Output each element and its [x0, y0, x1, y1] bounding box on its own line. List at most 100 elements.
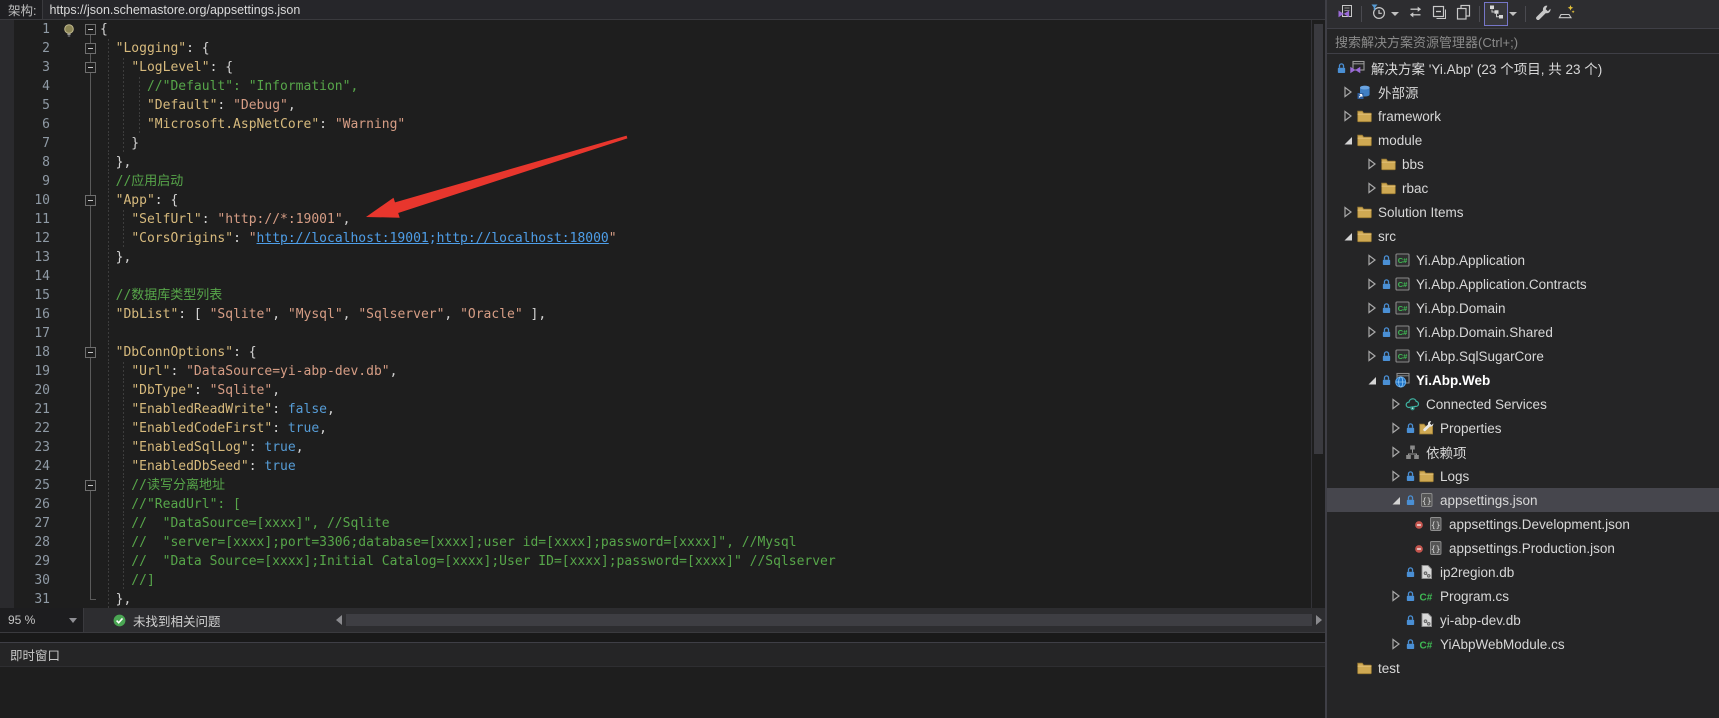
- code-editor[interactable]: 1{2 "Logging": {3 "LogLevel": {4 //"Defa…: [0, 20, 1325, 608]
- expand-arrow[interactable]: [1364, 350, 1380, 362]
- expand-arrow[interactable]: [1340, 110, 1356, 122]
- code-line[interactable]: 10 "App": {: [0, 191, 1311, 210]
- tree-item[interactable]: framework: [1327, 104, 1719, 128]
- tree-item[interactable]: C#Yi.Abp.Domain.Shared: [1327, 320, 1719, 344]
- fold-toggle[interactable]: [85, 43, 96, 54]
- tree-item[interactable]: src: [1327, 224, 1719, 248]
- tree-item[interactable]: C#Yi.Abp.Application: [1327, 248, 1719, 272]
- tree-item[interactable]: module: [1327, 128, 1719, 152]
- expand-arrow[interactable]: [1388, 638, 1404, 650]
- editor-vertical-scrollbar[interactable]: [1311, 20, 1325, 608]
- code-line[interactable]: 27 // "DataSource=[xxxx]", //Sqlite: [0, 514, 1311, 533]
- tree-item[interactable]: {}appsettings.Development.json: [1327, 512, 1719, 536]
- immediate-window-body[interactable]: [0, 667, 1325, 718]
- code-line[interactable]: 4 //"Default": "Information",: [0, 77, 1311, 96]
- tree-item[interactable]: C#Yi.Abp.Domain: [1327, 296, 1719, 320]
- expand-arrow[interactable]: [1340, 135, 1356, 146]
- tree-item[interactable]: {}appsettings.Production.json: [1327, 536, 1719, 560]
- scroll-left-icon[interactable]: [336, 615, 342, 625]
- code-line[interactable]: 12 "CorsOrigins": "http://localhost:1900…: [0, 229, 1311, 248]
- expand-arrow[interactable]: [1364, 158, 1380, 170]
- expand-arrow[interactable]: [1364, 375, 1380, 386]
- code-line[interactable]: 2 "Logging": {: [0, 39, 1311, 58]
- tree-item[interactable]: {}appsettings.json: [1327, 488, 1719, 512]
- scrollbar-thumb[interactable]: [346, 614, 1312, 626]
- tree-item[interactable]: C#YiAbpWebModule.cs: [1327, 632, 1719, 656]
- fold-toggle[interactable]: [85, 195, 96, 206]
- expand-arrow[interactable]: [1364, 254, 1380, 266]
- tree-item[interactable]: 依赖项: [1327, 440, 1719, 464]
- code-line[interactable]: 25 //读写分离地址: [0, 476, 1311, 495]
- tree-item[interactable]: Solution Items: [1327, 200, 1719, 224]
- editor-horizontal-scrollbar[interactable]: [334, 608, 1325, 632]
- nodes-button[interactable]: [1484, 2, 1508, 26]
- lightbulb-icon[interactable]: [62, 23, 76, 43]
- code-line[interactable]: 9 //应用启动: [0, 172, 1311, 191]
- expand-arrow[interactable]: [1340, 231, 1356, 242]
- code-line[interactable]: 5 "Default": "Debug",: [0, 96, 1311, 115]
- url-link[interactable]: http://localhost:19001: [257, 231, 429, 246]
- expand-arrow[interactable]: [1364, 326, 1380, 338]
- chevron-down-icon[interactable]: [1391, 12, 1399, 16]
- wrench-button[interactable]: [1530, 2, 1554, 26]
- code-line[interactable]: 15 //数据库类型列表: [0, 286, 1311, 305]
- code-line[interactable]: 24 "EnabledDbSeed": true: [0, 457, 1311, 476]
- scroll-right-icon[interactable]: [1316, 615, 1322, 625]
- document-health-indicator[interactable]: 未找到相关问题: [84, 611, 334, 630]
- expand-arrow[interactable]: [1388, 470, 1404, 482]
- expand-arrow[interactable]: [1340, 86, 1356, 98]
- tree-item[interactable]: Connected Services: [1327, 392, 1719, 416]
- code-line[interactable]: 29 // "Data Source=[xxxx];Initial Catalo…: [0, 552, 1311, 571]
- url-link[interactable]: http://localhost:18000: [437, 231, 609, 246]
- expand-arrow[interactable]: [1340, 206, 1356, 218]
- chevron-down-icon[interactable]: [1509, 12, 1517, 16]
- zoom-level-combo[interactable]: 95 %: [0, 608, 84, 632]
- code-line[interactable]: 11 "SelfUrl": "http://*:19001",: [0, 210, 1311, 229]
- tree-item[interactable]: yi-abp-dev.db: [1327, 608, 1719, 632]
- code-line[interactable]: 6 "Microsoft.AspNetCore": "Warning": [0, 115, 1311, 134]
- expand-arrow[interactable]: [1388, 590, 1404, 602]
- tree-item[interactable]: 外部源: [1327, 80, 1719, 104]
- code-line[interactable]: 14: [0, 267, 1311, 286]
- code-line[interactable]: 22 "EnabledCodeFirst": true,: [0, 419, 1311, 438]
- tree-item[interactable]: test: [1327, 656, 1719, 680]
- tree-item[interactable]: bbs: [1327, 152, 1719, 176]
- code-line[interactable]: 19 "Url": "DataSource=yi-abp-dev.db",: [0, 362, 1311, 381]
- tree-item[interactable]: rbac: [1327, 176, 1719, 200]
- tree-item[interactable]: C#Program.cs: [1327, 584, 1719, 608]
- tree-item[interactable]: Logs: [1327, 464, 1719, 488]
- expand-arrow[interactable]: [1364, 182, 1380, 194]
- code-line[interactable]: 17: [0, 324, 1311, 343]
- fold-toggle[interactable]: [85, 24, 96, 35]
- code-line[interactable]: 26 //"ReadUrl": [: [0, 495, 1311, 514]
- expand-arrow[interactable]: [1388, 446, 1404, 458]
- sparkle-dash-button[interactable]: [1554, 2, 1578, 26]
- scrollbar-thumb[interactable]: [1314, 24, 1323, 454]
- code-line[interactable]: 18 "DbConnOptions": {: [0, 343, 1311, 362]
- clock-filter-button[interactable]: [1366, 2, 1390, 26]
- tree-item[interactable]: C#Yi.Abp.Application.Contracts: [1327, 272, 1719, 296]
- overlap-squares-button[interactable]: [1451, 2, 1475, 26]
- code-line[interactable]: 21 "EnabledReadWrite": false,: [0, 400, 1311, 419]
- expand-arrow[interactable]: [1364, 278, 1380, 290]
- code-line[interactable]: 13 },: [0, 248, 1311, 267]
- code-line[interactable]: 1{: [0, 20, 1311, 39]
- collapse-all-button[interactable]: [1427, 2, 1451, 26]
- tree-item[interactable]: ip2region.db: [1327, 560, 1719, 584]
- code-line[interactable]: 28 // "server=[xxxx];port=3306;database=…: [0, 533, 1311, 552]
- fold-toggle[interactable]: [85, 62, 96, 73]
- code-line[interactable]: 3 "LogLevel": {: [0, 58, 1311, 77]
- expand-arrow[interactable]: [1388, 495, 1404, 506]
- code-line[interactable]: 31 },: [0, 590, 1311, 608]
- expand-arrow[interactable]: [1364, 302, 1380, 314]
- code-line[interactable]: 7 }: [0, 134, 1311, 153]
- expand-arrow[interactable]: [1388, 422, 1404, 434]
- code-line[interactable]: 20 "DbType": "Sqlite",: [0, 381, 1311, 400]
- swap-arrows-button[interactable]: [1403, 2, 1427, 26]
- code-line[interactable]: 8 },: [0, 153, 1311, 172]
- code-line[interactable]: 30 //]: [0, 571, 1311, 590]
- fold-toggle[interactable]: [85, 480, 96, 491]
- schema-url-combo[interactable]: https://json.schemastore.org/appsettings…: [42, 0, 1325, 19]
- code-line[interactable]: 23 "EnabledSqlLog": true,: [0, 438, 1311, 457]
- solution-explorer-search-input[interactable]: 搜索解决方案资源管理器(Ctrl+;): [1327, 28, 1719, 54]
